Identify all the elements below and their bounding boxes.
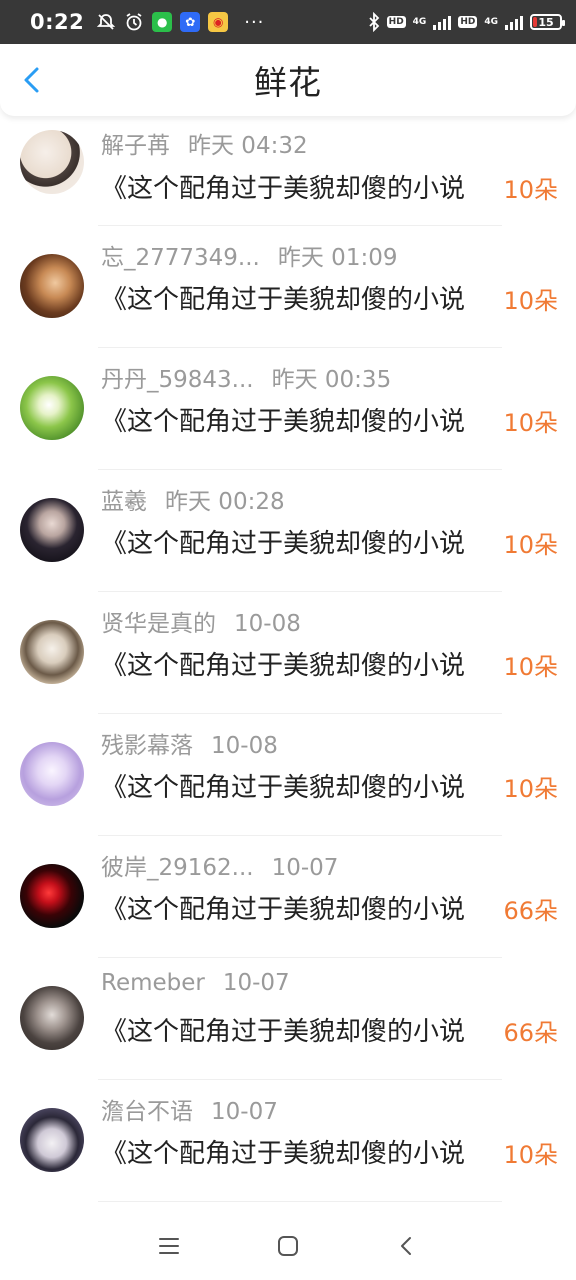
flower-count: 10朵 (503, 287, 558, 315)
list-item[interactable]: 残影幕落 10-08 《这个配角过于美貌却傻的小说 10朵 (0, 714, 576, 836)
flower-count: 66朵 (503, 897, 558, 925)
network-type-1: 4G (412, 17, 427, 27)
item-meta: 蓝羲 昨天 00:28 (101, 482, 285, 516)
avatar[interactable] (20, 376, 84, 440)
system-nav-bar (0, 1212, 576, 1280)
avatar[interactable] (20, 986, 84, 1050)
mute-bell-icon (97, 14, 116, 30)
menu-button[interactable] (149, 1226, 189, 1266)
item-meta: 丹丹_59843... 昨天 00:35 (101, 360, 391, 394)
list-item[interactable]: 澹台不语 10-07 《这个配角过于美貌却傻的小说 10朵 (0, 1080, 576, 1202)
list-item[interactable]: Remeber 10-07 《这个配角过于美貌却傻的小说 66朵 (0, 958, 576, 1080)
more-notifications-icon: ··· (244, 11, 265, 33)
item-meta: 残影幕落 10-08 (101, 726, 278, 760)
flower-count: 10朵 (503, 775, 558, 803)
list-item[interactable]: 贤华是真的 10-08 《这个配角过于美貌却傻的小说 10朵 (0, 592, 576, 714)
avatar[interactable] (20, 1108, 84, 1172)
timestamp: 10-07 (271, 855, 339, 881)
system-icons: HD 4G HD 4G 15 (368, 12, 565, 32)
bluetooth-icon (369, 12, 379, 32)
timestamp: 10-07 (211, 1099, 278, 1125)
battery-percent: 15 (538, 15, 554, 29)
book-title[interactable]: 《这个配角过于美貌却傻的小说 (101, 1133, 494, 1170)
avatar[interactable] (20, 620, 84, 684)
avatar[interactable] (20, 742, 84, 806)
divider (98, 1201, 502, 1202)
book-title[interactable]: 《这个配角过于美貌却傻的小说 (101, 523, 494, 560)
book-title[interactable]: 《这个配角过于美貌却傻的小说 (101, 279, 494, 316)
list-item[interactable]: 丹丹_59843... 昨天 00:35 《这个配角过于美貌却傻的小说 10朵 (0, 348, 576, 470)
item-meta: 彼岸_29162... 10-07 (101, 848, 338, 882)
flower-count: 10朵 (503, 531, 558, 559)
book-title[interactable]: 《这个配角过于美貌却傻的小说 (101, 889, 494, 926)
flower-count: 66朵 (503, 1019, 558, 1047)
flower-count: 10朵 (503, 176, 558, 204)
home-button[interactable] (268, 1226, 308, 1266)
user-name[interactable]: 解子苒 (101, 126, 170, 160)
book-title[interactable]: 《这个配角过于美貌却傻的小说 (101, 1011, 494, 1048)
item-meta: 忘_2777349... 昨天 01:09 (101, 238, 397, 272)
list-item[interactable]: 忘_2777349... 昨天 01:09 《这个配角过于美貌却傻的小说 10朵 (0, 226, 576, 348)
avatar[interactable] (20, 130, 84, 194)
timestamp: 昨天 04:32 (188, 133, 308, 159)
list-item[interactable]: 解子苒 昨天 04:32 《这个配角过于美貌却傻的小说 10朵 (0, 116, 576, 226)
list-item[interactable]: 彼岸_29162... 10-07 《这个配角过于美貌却傻的小说 66朵 (0, 836, 576, 958)
hd-badge: HD (386, 16, 406, 28)
timestamp: 昨天 01:09 (277, 245, 398, 271)
timestamp: 10-07 (222, 970, 290, 996)
timestamp: 昨天 00:28 (165, 489, 285, 515)
page-title: 鲜花 (254, 63, 322, 102)
user-name[interactable]: 蓝羲 (101, 482, 147, 516)
battery-level (533, 17, 538, 27)
user-name[interactable]: 丹丹_59843... (101, 360, 254, 394)
status-time: 0:22 (30, 10, 85, 34)
wechat-app-icon: ● (152, 12, 173, 32)
book-title[interactable]: 《这个配角过于美貌却傻的小说 (101, 767, 494, 804)
book-title[interactable]: 《这个配角过于美貌却傻的小说 (101, 168, 494, 205)
back-button[interactable] (387, 1226, 427, 1266)
flower-count: 10朵 (503, 409, 558, 437)
item-meta: 澹台不语 10-07 (101, 1092, 278, 1126)
signal-bars-1-icon (433, 14, 452, 30)
battery-icon: 15 (530, 14, 565, 30)
user-name[interactable]: Remeber (101, 970, 205, 996)
book-title[interactable]: 《这个配角过于美貌却傻的小说 (101, 401, 494, 438)
avatar[interactable] (20, 498, 84, 562)
timestamp: 10-08 (234, 611, 301, 637)
flower-count: 10朵 (503, 1141, 558, 1169)
flower-gift-list: 解子苒 昨天 04:32 《这个配角过于美貌却傻的小说 10朵 忘_277734… (0, 116, 576, 1202)
book-title[interactable]: 《这个配角过于美貌却傻的小说 (101, 645, 494, 682)
header-bar: 鲜花 (0, 44, 576, 116)
hd-badge-2: HD (458, 16, 478, 28)
timestamp: 昨天 00:35 (271, 367, 392, 393)
baidu-app-icon: ✿ (180, 12, 201, 32)
list-item[interactable]: 蓝羲 昨天 00:28 《这个配角过于美貌却傻的小说 10朵 (0, 470, 576, 592)
user-name[interactable]: 彼岸_29162... (101, 848, 254, 882)
item-meta: Remeber 10-07 (101, 970, 290, 996)
avatar[interactable] (20, 864, 84, 928)
menu-icon (159, 1238, 180, 1254)
network-type-2: 4G (484, 17, 498, 27)
user-name[interactable]: 澹台不语 (101, 1092, 193, 1126)
user-name[interactable]: 残影幕落 (101, 726, 193, 760)
home-icon (277, 1236, 298, 1256)
status-bar: 0:22 ● ✿ ◉ ··· HD 4G HD 4G 15 (0, 0, 576, 44)
timestamp: 10-08 (211, 733, 278, 759)
weibo-app-icon: ◉ (208, 12, 229, 32)
user-name[interactable]: 贤华是真的 (101, 604, 216, 638)
item-meta: 贤华是真的 10-08 (101, 604, 301, 638)
back-chevron-icon (400, 1237, 411, 1255)
back-arrow-icon[interactable] (18, 66, 46, 94)
user-name[interactable]: 忘_2777349... (101, 238, 260, 272)
notification-icons: ● ✿ ◉ ··· (96, 12, 264, 33)
avatar[interactable] (20, 254, 84, 318)
flower-count: 10朵 (503, 653, 558, 681)
alarm-clock-icon (126, 13, 142, 31)
item-meta: 解子苒 昨天 04:32 (101, 126, 308, 160)
signal-bars-2-icon (505, 14, 523, 30)
